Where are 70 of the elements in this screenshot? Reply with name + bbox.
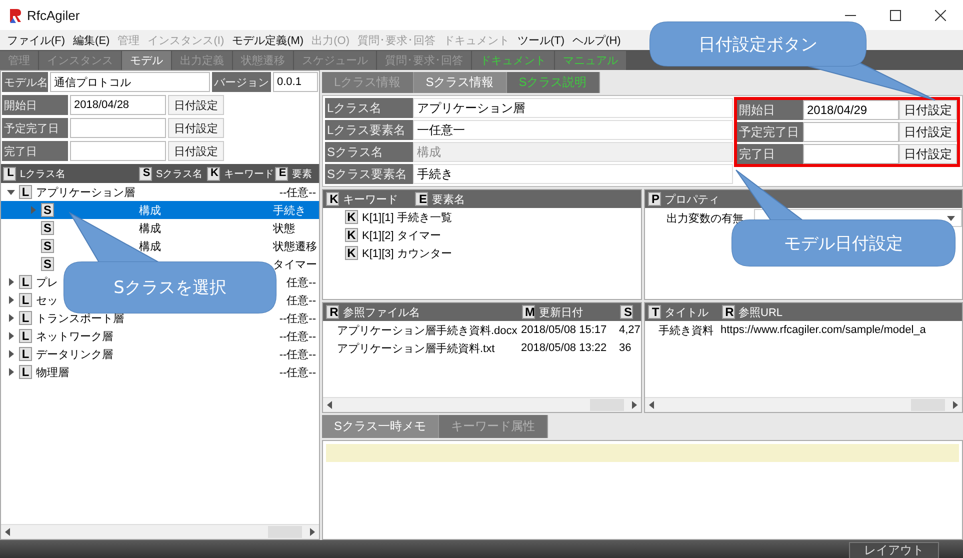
tree-cell-text: 構成 xyxy=(139,204,162,218)
type-badge: L xyxy=(19,365,32,379)
tree-cell-text: --任意-- xyxy=(278,312,317,326)
tree-item-text: トランスポート層 xyxy=(36,312,124,326)
type-badge: L xyxy=(19,329,32,343)
tree-cell-text: --任意-- xyxy=(278,348,317,362)
tree-item-text: ネットワーク層 xyxy=(36,330,113,344)
type-badge: P xyxy=(648,192,660,206)
table-cell-text: 4,27 xyxy=(618,324,640,336)
type-badge: L xyxy=(19,311,32,325)
tree-item-text: アプリケーション層 xyxy=(36,186,135,200)
tree-cell-text: 任意-- xyxy=(286,276,317,290)
tree-cell-text: 状態 xyxy=(273,222,296,236)
type-badge: L xyxy=(3,166,16,180)
tree-cell-text: 構成 xyxy=(139,222,162,236)
type-badge: S xyxy=(41,239,54,253)
field-label: Sクラス名 xyxy=(325,142,413,162)
callout-text: Sクラスを選択 xyxy=(112,277,228,300)
field-label: 完了日 xyxy=(737,144,803,164)
tree-item-text: データリンク層 xyxy=(36,348,113,362)
field-label: 予定完了日 xyxy=(2,118,68,138)
type-badge: L xyxy=(19,347,32,361)
tree-cell-text: 状態遷移 xyxy=(273,240,318,254)
type-badge: K xyxy=(326,192,339,206)
tree-cell-text: --任意-- xyxy=(278,330,317,344)
type-badge: R xyxy=(326,305,339,319)
field-label: Lクラス要素名 xyxy=(325,120,413,140)
field-label: 開始日 xyxy=(2,95,68,115)
type-badge: M xyxy=(522,305,535,319)
type-badge: S xyxy=(620,305,633,319)
tree-item-text: 物理層 xyxy=(36,366,69,380)
field-label: Sクラス要素名 xyxy=(325,164,413,184)
type-badge: E xyxy=(275,166,288,180)
type-badge: K xyxy=(345,228,358,242)
field-label: 予定完了日 xyxy=(737,122,803,142)
type-badge: R xyxy=(722,305,734,319)
field-label: 開始日 xyxy=(737,100,803,120)
type-badge: S xyxy=(139,166,152,180)
table-cell-text: 手続き資料 xyxy=(658,324,714,338)
type-badge: S xyxy=(41,221,54,235)
tree-cell-text: タイマー xyxy=(273,258,318,272)
field-label: モデル名 xyxy=(2,72,48,92)
type-badge: L xyxy=(19,185,32,199)
tree-cell-text: 手続き xyxy=(273,204,307,218)
field-label: バージョン xyxy=(212,72,271,92)
type-badge: K xyxy=(345,246,358,260)
callout-text: モデル日付設定 xyxy=(783,232,904,256)
tree-cell-text: --任意-- xyxy=(278,186,317,200)
tree-cell-text: 任意-- xyxy=(286,294,317,308)
type-badge: S xyxy=(41,257,54,271)
callout-text: 日付設定ボタン xyxy=(698,34,818,56)
table-cell-text: 2018/05/08 15:17 xyxy=(520,324,608,336)
tree-item-text: セッ xyxy=(36,294,58,308)
tree-item-text: プレ xyxy=(36,276,58,290)
type-badge: E xyxy=(415,192,428,206)
type-badge: K xyxy=(345,210,358,224)
field-label: 完了日 xyxy=(2,141,68,161)
table-cell-text: 36 xyxy=(618,342,632,354)
field-label: Lクラス名 xyxy=(325,98,413,118)
tree-cell-text: 構成 xyxy=(139,240,162,254)
type-badge: L xyxy=(19,275,32,289)
table-cell-text: アプリケーション層手続き資料.docx xyxy=(336,324,518,338)
type-badge: L xyxy=(19,293,32,307)
window-title: RfcAgiler xyxy=(27,8,81,22)
tree-cell-text: --任意-- xyxy=(278,366,317,380)
type-badge: K xyxy=(207,166,220,180)
table-cell-text: 2018/05/08 13:22 xyxy=(520,342,608,354)
type-badge: S xyxy=(41,203,54,217)
table-cell-text: アプリケーション層手続資料.txt xyxy=(336,342,496,356)
type-badge: T xyxy=(648,305,660,319)
